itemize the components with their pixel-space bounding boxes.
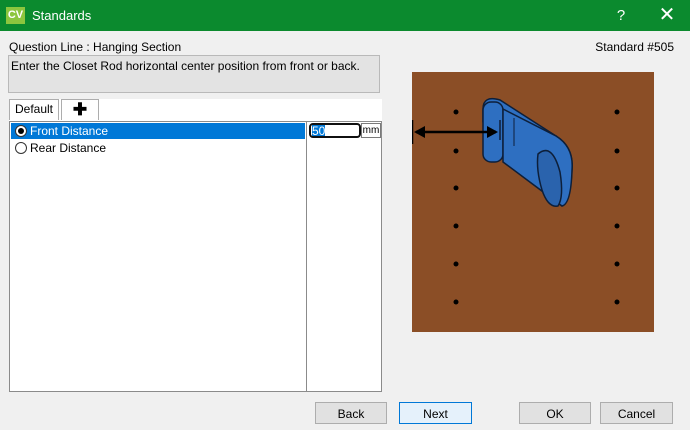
tab-default[interactable]: Default xyxy=(9,99,59,120)
option-rear-distance[interactable]: Rear Distance xyxy=(11,140,305,156)
title-bar: CV Standards ? ✕ xyxy=(0,0,690,31)
option-label: Front Distance xyxy=(30,124,109,138)
description-box: Enter the Closet Rod horizontal center p… xyxy=(8,55,380,93)
app-logo-icon: CV xyxy=(6,7,25,24)
window-title: Standards xyxy=(32,8,92,23)
help-button[interactable]: ? xyxy=(598,0,644,31)
cancel-button[interactable]: Cancel xyxy=(600,402,673,424)
add-tab-button[interactable]: ✚ xyxy=(61,99,99,120)
options-list: Front Distance Rear Distance mm xyxy=(9,121,382,392)
ok-button[interactable]: OK xyxy=(519,402,591,424)
option-front-distance[interactable]: Front Distance xyxy=(11,123,305,139)
close-button[interactable]: ✕ xyxy=(644,0,690,31)
back-button[interactable]: Back xyxy=(315,402,387,424)
next-button[interactable]: Next xyxy=(399,402,472,424)
radio-unchecked-icon[interactable] xyxy=(15,142,27,154)
standard-number: Standard #505 xyxy=(595,40,674,54)
unit-label: mm xyxy=(361,123,381,138)
question-line-label: Question Line : Hanging Section xyxy=(9,40,182,54)
description-text: Enter the Closet Rod horizontal center p… xyxy=(11,59,360,73)
radio-checked-icon[interactable] xyxy=(15,125,27,137)
option-label: Rear Distance xyxy=(30,141,107,155)
distance-value-input[interactable] xyxy=(308,122,362,139)
column-divider xyxy=(306,122,307,391)
closet-rod-diagram xyxy=(412,72,654,332)
tab-strip: Default ✚ xyxy=(9,99,382,121)
